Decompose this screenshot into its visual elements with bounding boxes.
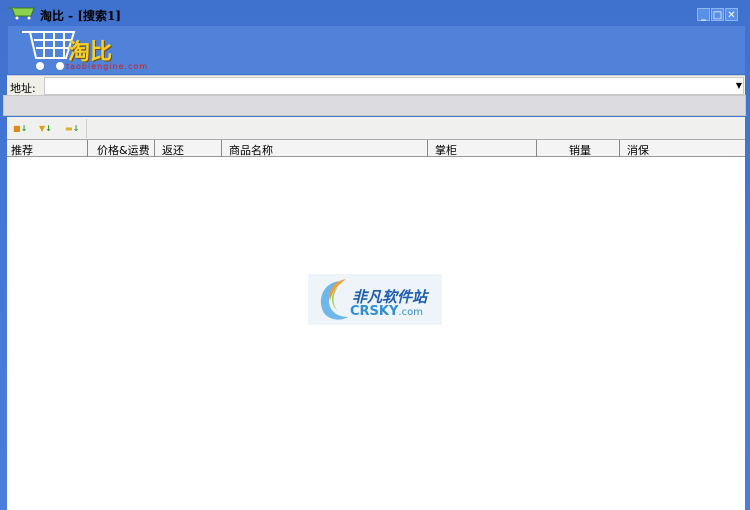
column-price[interactable]: 价格&运费 [88,140,155,157]
logo-subtitle: taobiengine.com [66,62,149,71]
close-button[interactable]: ✕ [725,8,738,21]
column-sales[interactable]: 销量 [537,140,620,157]
minimize-button[interactable]: _ [697,8,710,21]
list-header: 推荐 价格&运费 返还 商品名称 掌柜 销量 消保 [7,140,745,157]
window-title: 淘比 - [搜索1] [40,9,122,23]
dropdown-arrow-icon[interactable]: ▼ [736,81,742,90]
watermark-en: CRSKY.com [350,304,423,319]
address-bar: 地址: ▼ [7,75,745,95]
app-window: 淘比 - [搜索1] _ □ ✕ 淘比 taobiengine.com 地址: … [0,0,750,510]
toolbar: ■↓ ▼↓ ▬↓ [7,117,745,140]
address-input[interactable] [44,77,744,95]
address-label: 地址: [10,82,36,95]
cart-icon [7,7,35,20]
banner: 淘比 taobiengine.com [8,26,745,74]
sort-download-icon[interactable]: ■↓ [13,123,31,134]
crsky-logo-icon [320,279,348,320]
column-protection[interactable]: 消保 [620,140,745,157]
price-download-icon[interactable]: ▼↓ [39,123,57,134]
folder-download-icon[interactable]: ▬↓ [65,123,83,134]
column-rebate[interactable]: 返还 [155,140,222,157]
column-product-name[interactable]: 商品名称 [222,140,428,157]
maximize-button[interactable]: □ [711,8,724,21]
column-seller[interactable]: 掌柜 [428,140,537,157]
column-recommend[interactable]: 推荐 [7,140,88,157]
status-strip [3,95,746,116]
title-bar[interactable]: 淘比 - [搜索1] _ □ ✕ [0,0,750,26]
toolbar-separator [86,119,87,138]
watermark: 非凡软件站 CRSKY.com [308,274,442,325]
results-list[interactable]: 非凡软件站 CRSKY.com [7,157,745,510]
